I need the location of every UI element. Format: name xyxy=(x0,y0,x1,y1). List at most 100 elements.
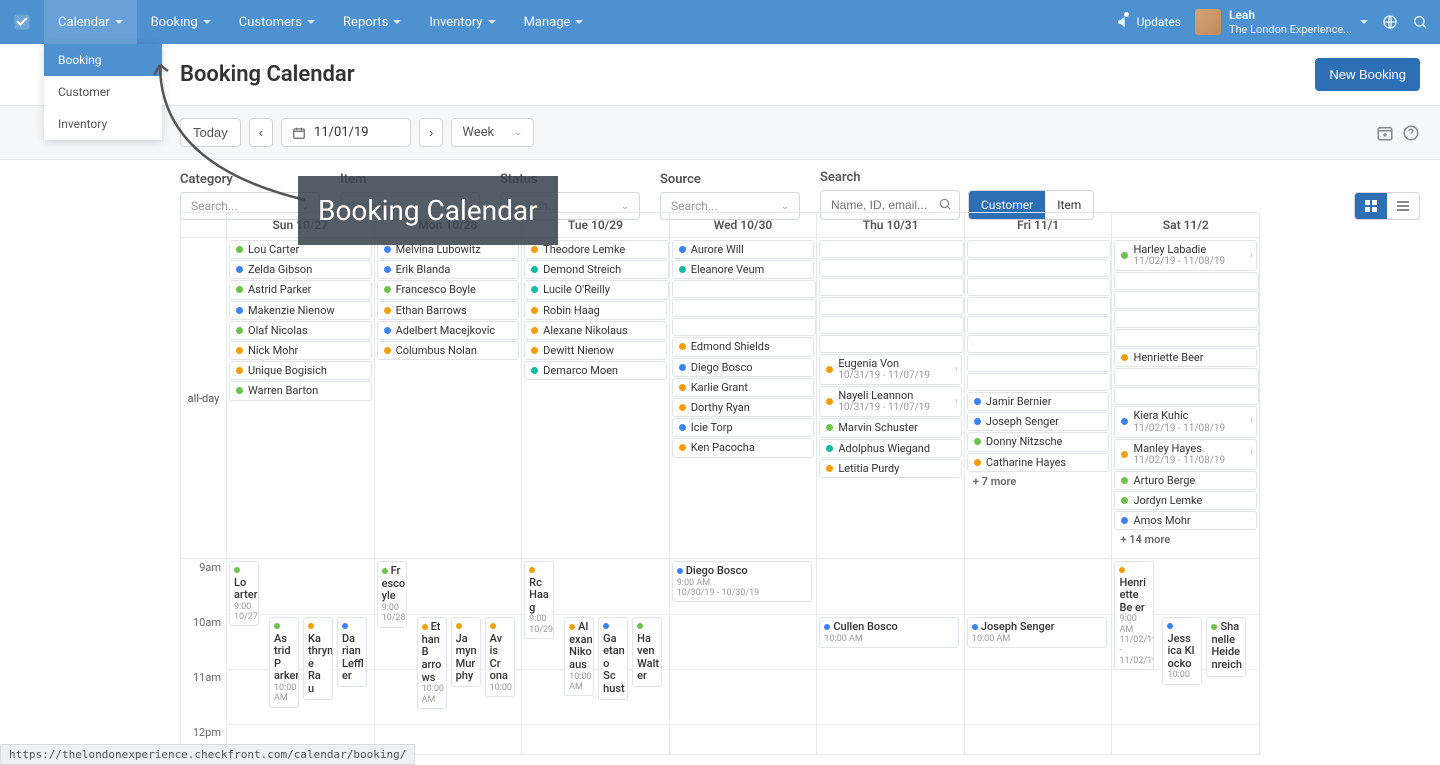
booking-chip[interactable]: Demarco Moen xyxy=(524,361,667,380)
booking-chip[interactable]: Dorthy Ryan xyxy=(672,398,815,417)
nav-booking[interactable]: Booking xyxy=(137,0,225,44)
dropdown-customer[interactable]: Customer xyxy=(44,76,162,108)
booking-event[interactable]: Et han B arro ws10:00 AM xyxy=(417,617,447,709)
booking-chip[interactable]: Letitia Purdy xyxy=(819,459,962,478)
booking-chip[interactable]: Olaf Nicolas xyxy=(229,321,372,340)
user-menu[interactable]: Leah The London Experience... xyxy=(1195,8,1368,36)
new-booking-button[interactable]: New Booking xyxy=(1315,58,1420,91)
booking-chip[interactable]: Aurore Will xyxy=(672,240,815,259)
nav-manage[interactable]: Manage xyxy=(510,0,598,44)
day-header[interactable]: Wed 10/30 xyxy=(669,213,817,237)
dropdown-booking[interactable]: Booking xyxy=(44,44,162,76)
nav-reports[interactable]: Reports xyxy=(329,0,415,44)
booking-event[interactable]: Ka thryn e Ra u xyxy=(303,617,333,700)
booking-event[interactable]: Joseph Senger10:00 AM xyxy=(967,617,1107,648)
booking-chip[interactable]: Manley Hayes11/02/19 - 11/08/19› xyxy=(1114,439,1257,470)
booking-event[interactable]: Ha ven Walt er xyxy=(632,617,662,687)
day-header[interactable]: Thu 10/31 xyxy=(816,213,964,237)
booking-chip[interactable]: Demond Streich xyxy=(524,260,669,279)
booking-event[interactable]: As trid P arker10:00 AM xyxy=(269,617,299,708)
booking-chip[interactable]: Unique Bogisich xyxy=(229,361,372,380)
booking-chip[interactable]: Arturo Berge xyxy=(1114,471,1257,490)
booking-chip[interactable]: Adolphus Wiegand xyxy=(819,439,962,458)
hour-label: 10am xyxy=(181,614,221,669)
globe-icon[interactable] xyxy=(1382,14,1398,30)
nav-calendar[interactable]: Calendar xyxy=(44,0,137,44)
booking-chip[interactable]: Columbus Nolan xyxy=(377,341,520,360)
user-name: Leah xyxy=(1229,8,1352,22)
list-icon xyxy=(1396,199,1410,213)
booking-event[interactable]: Rc Haa g9:0010/29 xyxy=(524,561,554,639)
booking-event[interactable]: Ga etan o Sc hust xyxy=(598,617,628,700)
today-button[interactable]: Today xyxy=(180,118,241,147)
day-header[interactable]: Fri 11/1 xyxy=(964,213,1112,237)
booking-event[interactable]: Cullen Bosco10:00 AM xyxy=(819,617,959,648)
caret-down-icon xyxy=(575,20,583,24)
booking-chip[interactable]: Ken Pacocha xyxy=(672,438,815,457)
booking-chip[interactable]: Astrid Parker xyxy=(229,280,372,299)
booking-chip[interactable]: Alexane Nikolaus xyxy=(524,321,667,340)
add-calendar-icon[interactable] xyxy=(1376,124,1394,142)
booking-chip[interactable]: Warren Barton xyxy=(229,381,372,400)
list-view-toggle[interactable] xyxy=(1387,193,1419,219)
booking-chip[interactable]: Francesco Boyle xyxy=(377,280,520,299)
booking-chip[interactable]: Eugenia Von10/31/19 - 11/07/19› xyxy=(819,354,962,385)
nav-customers[interactable]: Customers xyxy=(225,0,329,44)
help-icon[interactable] xyxy=(1402,124,1420,142)
booking-chip[interactable]: Eleanore Veum xyxy=(672,260,815,279)
booking-chip[interactable]: Amos Mohr xyxy=(1114,511,1257,530)
booking-chip[interactable]: Joseph Senger xyxy=(967,412,1110,431)
booking-chip[interactable]: Jamir Bernier xyxy=(967,392,1110,411)
source-label: Source xyxy=(660,172,800,187)
calendar-dropdown: Booking Customer Inventory xyxy=(44,44,162,140)
booking-chip[interactable]: Dewitt Nienow xyxy=(524,341,667,360)
booking-chip[interactable]: Donny Nitzsche xyxy=(967,432,1110,451)
booking-chip[interactable]: Kiera Kuhic11/02/19 - 11/08/19› xyxy=(1114,406,1257,437)
booking-chip[interactable]: Erik Blanda xyxy=(377,260,520,279)
more-link[interactable]: + 14 more xyxy=(1114,531,1257,548)
dropdown-inventory[interactable]: Inventory xyxy=(44,108,162,140)
booking-event[interactable]: Da rian Leffl er xyxy=(337,617,367,687)
booking-event[interactable]: Al exan Niko aus10:00 AM xyxy=(564,617,594,696)
day-header[interactable]: Sat 11/2 xyxy=(1111,213,1259,237)
booking-chip[interactable]: Ethan Barrows xyxy=(377,301,520,320)
booking-event[interactable]: Lo arter9:0010/27 xyxy=(229,561,259,626)
booking-chip[interactable]: Catharine Hayes xyxy=(967,453,1110,472)
nav-inventory[interactable]: Inventory xyxy=(415,0,509,44)
updates-link[interactable]: Updates xyxy=(1116,14,1181,30)
booking-event[interactable]: Diego Bosco9:00 AM10/30/19 - 10/30/19 xyxy=(672,561,812,602)
booking-chip[interactable]: Lucile O'Reilly xyxy=(524,280,669,299)
next-button[interactable]: › xyxy=(419,118,443,147)
booking-event[interactable]: Av is Cr ona10:00 xyxy=(485,617,515,697)
booking-chip[interactable]: Icie Torp xyxy=(672,418,815,437)
booking-chip[interactable]: Makenzie Nienow xyxy=(229,301,372,320)
booking-event[interactable]: Sha nelle Heide nreich xyxy=(1206,617,1246,677)
search-icon[interactable] xyxy=(1412,14,1428,30)
booking-chip[interactable]: Karlie Grant xyxy=(672,378,815,397)
booking-chip[interactable]: Jordyn Lemke xyxy=(1114,491,1257,510)
booking-chip[interactable]: Nayeli Leannon10/31/19 - 11/07/19› xyxy=(819,386,962,417)
booking-chip[interactable]: Diego Bosco xyxy=(672,358,815,377)
grid-view-toggle[interactable] xyxy=(1355,193,1387,219)
booking-chip[interactable]: Henriette Beer xyxy=(1114,348,1257,367)
more-link[interactable]: + 7 more xyxy=(967,473,1110,490)
booking-event[interactable]: Jess ica Kl ocko10:00 xyxy=(1162,617,1202,685)
caret-down-icon xyxy=(115,20,123,24)
annotation-label: Booking Calendar xyxy=(298,176,558,245)
booking-chip[interactable]: Edmond Shields xyxy=(672,337,815,356)
date-picker[interactable]: 11/01/19 xyxy=(281,118,411,147)
booking-chip[interactable]: Zelda Gibson xyxy=(229,260,372,279)
booking-chip[interactable]: Nick Mohr xyxy=(229,341,372,360)
booking-chip[interactable]: Marvin Schuster xyxy=(819,418,962,437)
allday-label: all-day xyxy=(181,238,226,558)
booking-chip[interactable]: Harley Labadie11/02/19 - 11/08/19› xyxy=(1114,240,1257,271)
page-title: Booking Calendar xyxy=(180,62,355,87)
booking-chip[interactable]: Robin Haag xyxy=(524,301,667,320)
view-select[interactable]: Week⌄ xyxy=(451,118,533,147)
booking-chip[interactable]: Adelbert Macejkovic xyxy=(377,321,520,340)
app-logo[interactable] xyxy=(0,0,44,44)
booking-event[interactable]: Fr esco yle9:0010/28 xyxy=(377,561,407,628)
booking-event[interactable]: Ja myn Mur phy xyxy=(451,617,481,687)
prev-button[interactable]: ‹ xyxy=(249,118,273,147)
booking-event[interactable]: Henri ette Be er9:00 AM11/02/19 - 11/02/… xyxy=(1114,561,1154,670)
